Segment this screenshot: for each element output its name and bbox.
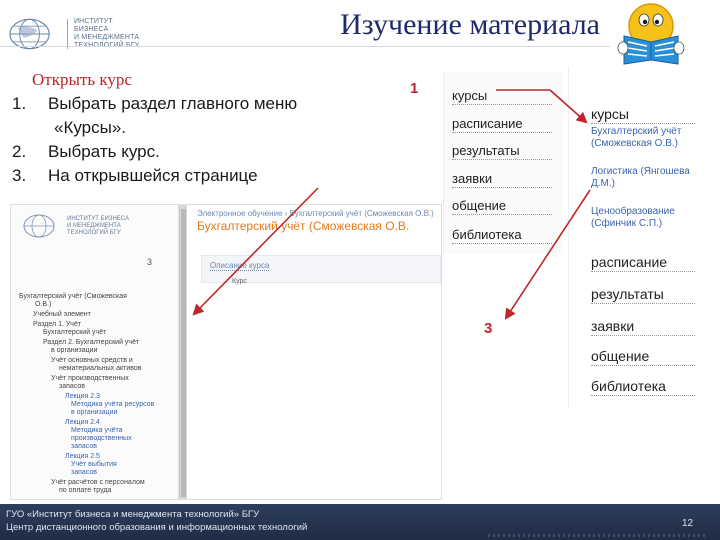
menu-item-library[interactable]: библиотека (452, 227, 552, 244)
marker-1: 1 (410, 80, 419, 97)
footer: ГУО «Институт бизнеса и менеджмента техн… (0, 504, 720, 540)
tree-node[interactable]: Учёт расчётов с персоналом (51, 479, 145, 487)
tree-node[interactable]: Учебный элемент (33, 311, 91, 319)
tree-node: Бухгалтерский учёт (43, 329, 107, 336)
page-number: 12 (682, 518, 694, 529)
menu-item-courses-expanded[interactable]: курсы (591, 106, 695, 124)
logo-divider (66, 19, 68, 49)
tree-node[interactable]: Учёт производственных (51, 375, 129, 383)
tree-node: в организации (51, 347, 98, 354)
step-1: 1. Выбрать раздел главного меню (12, 94, 298, 113)
sidebar-logo: ИНСТИТУТ БИЗНЕСА И МЕНЕДЖМЕНТА ТЕХНОЛОГИ… (21, 211, 161, 241)
sidebar-marker: 3 (147, 257, 153, 267)
course-sidebar: ИНСТИТУТ БИЗНЕСА И МЕНЕДЖМЕНТА ТЕХНОЛОГИ… (11, 205, 179, 499)
menu-item-communication[interactable]: общение (452, 198, 552, 215)
scrollbar-thumb[interactable] (181, 209, 186, 497)
instructions-list: 1. Выбрать раздел главного меню «Курсы». … (12, 92, 372, 188)
course-description-link[interactable]: Описание курса (210, 261, 270, 271)
course-page-screenshot: ИНСТИТУТ БИЗНЕСА И МЕНЕДЖМЕНТА ТЕХНОЛОГИ… (10, 204, 442, 500)
tree-node[interactable]: Учёт основных средств и (51, 357, 133, 365)
menu-item-results[interactable]: результаты (452, 143, 552, 160)
footer-decoration (488, 534, 708, 537)
tree-node[interactable]: Раздел 1. Учёт (33, 321, 81, 329)
course-description-text: Курс (232, 278, 247, 285)
menu-item-applications-2[interactable]: заявки (591, 318, 695, 336)
page-title: Изучение материала (340, 8, 600, 41)
tree-node: О.В.) (35, 301, 52, 308)
step-1-continued: «Курсы». (54, 118, 127, 137)
tree-node-link[interactable]: Методика учёта (71, 427, 123, 435)
tree-node-link[interactable]: Учёт выбытия (71, 461, 117, 469)
tree-node[interactable]: Раздел 2. Бухгалтерский учёт (43, 339, 139, 347)
sidebar-logo-text: ИНСТИТУТ БИЗНЕСА И МЕНЕДЖМЕНТА ТЕХНОЛОГИ… (67, 215, 129, 236)
reading-smiley-icon (617, 3, 685, 65)
tree-node-link[interactable]: в организации (71, 409, 117, 417)
expanded-menu: курсы Бухгалтерский учёт (Сможевская О.В… (568, 66, 720, 408)
tree-node[interactable]: Бухгалтерский учёт (Сможевская (19, 293, 127, 301)
footer-line-1: ГУО «Институт бизнеса и менеджмента техн… (6, 509, 260, 520)
tree-node-link[interactable]: запасов (71, 469, 97, 477)
tree-node-link[interactable]: Лекция 2.4 (65, 419, 100, 427)
tree-node: нематериальных активов (59, 365, 142, 372)
sidebar-scrollbar[interactable] (179, 205, 187, 499)
menu-item-communication-2[interactable]: общение (591, 348, 695, 366)
step-3: 3. На открывшейся странице (12, 166, 258, 185)
institute-logo: ИНСТИТУТ БИЗНЕСА И МЕНЕДЖМЕНТА ТЕХНОЛОГИ… (8, 14, 148, 54)
menu-item-library-2[interactable]: библиотека (591, 378, 695, 396)
course-link-pricing[interactable]: Ценообразование (Сфинчик С.П.) (591, 206, 701, 230)
course-link-logistics[interactable]: Логистика (Янгошева Д.М.) (591, 166, 701, 190)
course-description-pane: Описание курса Курс (201, 255, 441, 285)
course-title: Бухгалтерский учёт (Сможевская О.В. (197, 219, 410, 233)
main-menu: курсы расписание результаты заявки общен… (443, 72, 563, 254)
tree-node-link[interactable]: Методика учёта ресурсов (71, 401, 154, 409)
step-2: 2. Выбрать курс. (12, 142, 160, 161)
menu-item-courses[interactable]: курсы (452, 88, 552, 105)
tree-node: по оплате труда (59, 487, 112, 494)
menu-item-results-2[interactable]: результаты (591, 286, 695, 304)
tree-node-link[interactable]: производственных (71, 435, 132, 443)
menu-item-schedule[interactable]: расписание (452, 116, 552, 133)
title-divider (0, 46, 610, 47)
globe-icon (23, 214, 55, 238)
tree-node-link[interactable]: Лекция 2.3 (65, 393, 100, 401)
tree-node: запасов (59, 383, 85, 390)
tree-node-link[interactable]: Лекция 2.5 (65, 453, 100, 461)
tree-node-link[interactable]: запасов (71, 443, 97, 451)
course-link-accounting[interactable]: Бухгалтерский учёт (Сможевская О.В.) (591, 126, 701, 150)
menu-item-applications[interactable]: заявки (452, 171, 552, 188)
footer-line-2: Центр дистанционного образования и инфор… (6, 522, 308, 533)
instructions-subtitle: Открыть курс (32, 70, 132, 89)
breadcrumb[interactable]: Электронное обучение › Бухгалтерский учё… (197, 209, 434, 218)
marker-3: 3 (484, 320, 493, 337)
menu-item-schedule-2[interactable]: расписание (591, 254, 695, 272)
